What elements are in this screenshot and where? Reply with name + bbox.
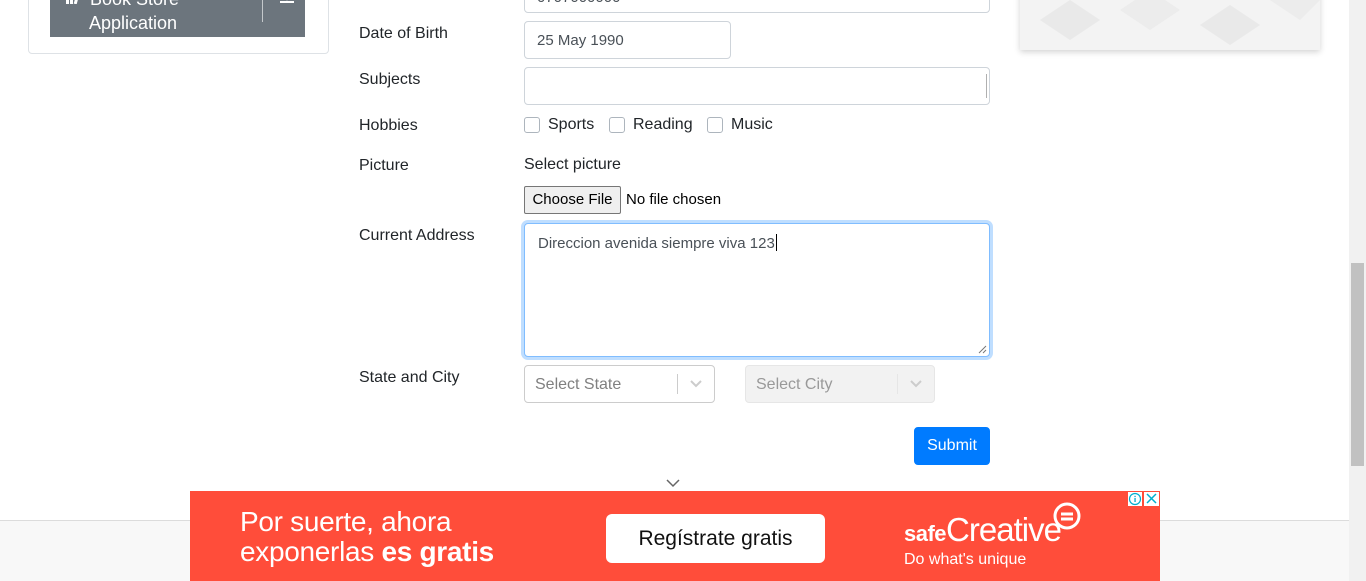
ad-close-icon[interactable] [1144,492,1159,506]
text-cursor [775,234,777,251]
select-picture-label: Select picture [524,156,621,173]
sports-label[interactable]: Sports [548,116,594,134]
sports-checkbox[interactable] [524,117,540,133]
download-icon [280,0,294,3]
dob-value: 25 May 1990 [537,32,624,49]
subjects-label: Subjects [359,71,421,88]
indicator-separator [897,374,898,394]
brand-creative: Creative [946,511,1062,548]
music-checkbox[interactable] [707,117,723,133]
address-label: Current Address [359,227,475,244]
mobile-value: 0707000000 [537,0,620,6]
side-ad[interactable] [1020,0,1320,50]
ad-line2-bold: es gratis [381,536,494,567]
ad-line2: exponerlas es gratis [240,537,494,567]
scrollbar-thumb[interactable] [1351,263,1364,466]
divider [262,0,263,22]
picture-label: Picture [359,157,409,174]
subjects-scroll-indicator [986,74,987,98]
dob-label: Date of Birth [359,25,448,42]
choose-file-button[interactable]: Choose File [524,186,621,214]
reading-checkbox[interactable] [609,117,625,133]
ad-line1: Por suerte, ahora [240,506,452,537]
indicator-separator [677,374,678,394]
submit-button[interactable]: Submit [914,427,990,465]
state-select[interactable]: Select State [524,365,715,403]
mobile-input[interactable]: 0707000000 [524,0,990,13]
music-label[interactable]: Music [731,116,773,134]
pattern-graphic [1040,0,1320,45]
address-value-wrap: Direccion avenida siempre viva 123 [538,234,777,252]
hobby-reading[interactable]: Reading [609,115,693,135]
register-button[interactable]: Regístrate gratis [606,514,825,563]
city-select: Select City [745,365,935,403]
state-city-label: State and City [359,369,460,386]
ad-banner[interactable]: Por suerte, ahora exponerlas es gratis R… [190,491,1160,581]
brand-logo-icon [1053,502,1081,530]
chevron-down-icon [910,380,922,388]
hobby-music[interactable]: Music [707,115,773,135]
book-icon [66,0,80,4]
resize-grip-icon[interactable] [978,345,987,354]
reading-label[interactable]: Reading [633,116,693,134]
hobby-sports[interactable]: Sports [524,115,594,135]
sidebar-item-book-store[interactable]: Book Store Application [50,0,305,37]
dob-input[interactable]: 25 May 1990 [524,21,731,59]
no-file-text: No file chosen [626,191,722,208]
chevron-down-icon[interactable] [689,379,703,389]
sidebar-item-label: Application [89,13,178,33]
ad-info-icon[interactable] [1128,492,1142,506]
chevron-down-icon[interactable] [666,478,680,488]
brand-tagline: Do what's unique [904,551,1027,568]
sidebar-item-label-top: Book Store [90,0,179,10]
subjects-input[interactable] [524,67,990,105]
address-value: Direccion avenida siempre viva 123 [538,235,775,252]
ad-headline: Por suerte, ahora exponerlas es gratis [240,507,494,567]
brand-logo: safeCreative [904,511,1062,551]
hobbies-label: Hobbies [359,117,418,134]
city-placeholder: Select City [756,376,833,393]
brand-safe: safe [904,521,947,546]
ad-line2-normal: exponerlas [240,536,374,567]
current-address-textarea[interactable]: Direccion avenida siempre viva 123 [524,223,990,357]
state-placeholder: Select State [535,376,622,393]
